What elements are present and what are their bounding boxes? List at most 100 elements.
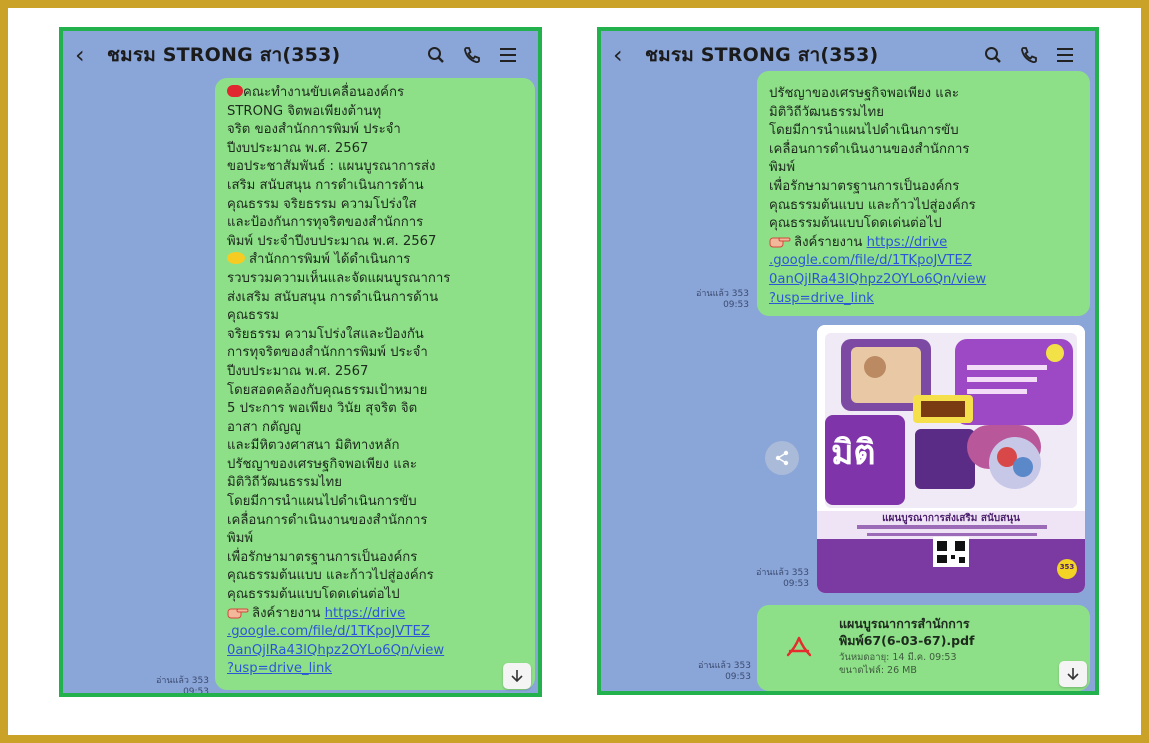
scroll-down-button[interactable] [1059, 661, 1087, 687]
message-text-line: พิมพ์ ประจำปีงบประมาณ พ.ศ. 2567 [227, 233, 525, 252]
poster-badge: 353 [1059, 563, 1075, 571]
message-text-line: รวบรวมความเห็นและจัดแผนบูรณาการ [227, 270, 525, 289]
menu-icon[interactable] [1047, 47, 1083, 63]
message-text: ส่งเสริม สนับสนุน การดำเนินการด้าน [227, 289, 439, 305]
message-text: พิมพ์ [227, 531, 254, 547]
scroll-down-button[interactable] [503, 663, 531, 689]
message-text-line: คุณธรรม [227, 307, 525, 326]
message-text: รวบรวมความเห็นและจัดแผนบูรณาการ [227, 270, 451, 286]
scroll-down-icon [1067, 668, 1079, 681]
share-button[interactable] [765, 441, 799, 475]
poster-image[interactable]: มิติ แผนบูรณาการส่งเสริม สนับสนุน 353 [817, 325, 1085, 593]
message-text: คุณธรรม [227, 308, 279, 324]
message-text-line: คณะทำงานขับเคลื่อนองค์กร [227, 84, 525, 103]
message-text-line: STRONG จิตพอเพียงต้านทุ [227, 103, 525, 122]
message-text: เคลื่อนการดำเนินงานของสำนักการ [769, 141, 970, 157]
phone-icon[interactable] [1011, 46, 1047, 64]
message-text-line: เสริม สนับสนุน การดำเนินการด้าน [227, 177, 525, 196]
scroll-down-icon [511, 670, 523, 683]
file-name: แผนบูรณาการสำนักการ [839, 616, 970, 631]
message-text: และป้องกันการทุจริตของสำนักการ [227, 215, 424, 231]
message-text-line: คุณธรรมต้นแบบโดดเด่นต่อไป [769, 215, 1080, 234]
link-row: ลิงค์รายงาน https://drive [227, 605, 525, 624]
message-text-line: คุณธรรมต้นแบบ และก้าวไปสู่องค์กร [769, 197, 1080, 216]
red-emoji-icon [227, 85, 243, 97]
message-text-line: พิมพ์ [769, 159, 1080, 178]
message-bubble[interactable]: ปรัชญาของเศรษฐกิจพอเพียง และมิติวิถีวัฒน… [757, 71, 1090, 316]
file-message-bubble[interactable]: แผนบูรณาการสำนักการ พิมพ์67(6-03-67).pdf… [757, 605, 1090, 691]
message-text-line: มิติวิถีวัฒนธรรมไทย [227, 474, 525, 493]
file-name-ext: พิมพ์67(6-03-67).pdf [839, 633, 975, 648]
message-text-line: ปีงบประมาณ พ.ศ. 2567 [227, 140, 525, 159]
drive-link[interactable]: .google.com/file/d/1TKpoJVTEZ [769, 253, 972, 268]
link-row: ?usp=drive_link [227, 660, 525, 679]
drive-link[interactable]: ?usp=drive_link [227, 661, 332, 676]
back-arrow-icon[interactable]: ‹ [613, 41, 639, 69]
link-row: .google.com/file/d/1TKpoJVTEZ [227, 623, 525, 642]
message-text: เคลื่อนการดำเนินงานของสำนักการ [227, 512, 428, 528]
message-text: โดยมีการนำแผนไปดำเนินการขับ [769, 123, 959, 139]
chat-header: ‹ ชมรม STRONG สา(353) [63, 31, 538, 79]
message-text-line: จริต ของสำนักการพิมพ์ ประจำ [227, 121, 525, 140]
message-text: โดยมีการนำแผนไปดำเนินการขับ [227, 494, 417, 510]
message-text: STRONG จิตพอเพียงต้านทุ [227, 103, 382, 119]
message-text: มิติวิถีวัฒนธรรมไทย [769, 104, 884, 120]
read-timestamp: อ่านแล้ว 353 09:53 [755, 568, 809, 589]
message-text: คณะทำงานขับเคลื่อนองค์กร [243, 85, 405, 100]
message-text-line: ปรัชญาของเศรษฐกิจพอเพียง และ [769, 85, 1080, 104]
message-text: โดยสอดคล้องกับคุณธรรมเป้าหมาย [227, 382, 428, 398]
message-text-line: คุณธรรมต้นแบบโดดเด่นต่อไป [227, 586, 525, 605]
link-row: 0anQjlRa43lQhpz2OYLo6Qn/view [769, 271, 1080, 290]
message-text: คุณธรรมต้นแบบโดดเด่นต่อไป [769, 216, 942, 232]
message-text: อาสา กตัญญู [227, 419, 301, 435]
drive-link[interactable]: 0anQjlRa43lQhpz2OYLo6Qn/view [769, 272, 986, 287]
phone-icon[interactable] [454, 46, 490, 64]
link-row: ?usp=drive_link [769, 290, 1080, 309]
message-text-line: โดยมีการนำแผนไปดำเนินการขับ [769, 122, 1080, 141]
message-text: เสริม สนับสนุน การดำเนินการด้าน [227, 177, 424, 193]
message-text-line: เพื่อรักษามาตรฐานการเป็นองค์กร [227, 549, 525, 568]
drive-link[interactable]: https://drive [325, 606, 406, 621]
pdf-icon [769, 615, 829, 681]
message-text: ปรัชญาของเศรษฐกิจพอเพียง และ [227, 456, 417, 472]
message-bubble[interactable]: คณะทำงานขับเคลื่อนองค์กร STRONG จิตพอเพีย… [215, 78, 535, 690]
message-text: คุณธรรมต้นแบบโดดเด่นต่อไป [227, 587, 400, 603]
chat-screen-right: ‹ ชมรม STRONG สา(353) ปรัชญาของเศรษฐกิจพ… [597, 27, 1099, 695]
yellow-emoji-icon [227, 252, 245, 265]
message-text: พิมพ์ [769, 160, 796, 176]
message-text: พิมพ์ ประจำปีงบประมาณ พ.ศ. 2567 [227, 233, 437, 249]
drive-link[interactable]: ?usp=drive_link [769, 291, 874, 306]
search-icon[interactable] [975, 46, 1011, 64]
message-text-line: คุณธรรม จริยธรรม ความโปร่งใส [227, 196, 525, 215]
poster-bottom-title: แผนบูรณาการส่งเสริม สนับสนุน [882, 513, 1020, 524]
read-timestamp: อ่านแล้ว 353 09:53 [695, 289, 749, 310]
file-expiry: วันหมดอายุ: 14 มี.ค. 09:53 [839, 652, 957, 663]
message-text-line: โดยสอดคล้องกับคุณธรรมเป้าหมาย [227, 382, 525, 401]
message-text: เพื่อรักษามาตรฐานการเป็นองค์กร [769, 178, 960, 194]
message-text-line: คุณธรรมต้นแบบ และก้าวไปสู่องค์กร [227, 567, 525, 586]
pointing-hand-icon [227, 608, 249, 619]
message-text: ปีงบประมาณ พ.ศ. 2567 [227, 363, 369, 379]
message-text-line: เพื่อรักษามาตรฐานการเป็นองค์กร [769, 178, 1080, 197]
poster-big-text: มิติ [831, 433, 876, 473]
message-text-line: พิมพ์ [227, 530, 525, 549]
drive-link[interactable]: https://drive [867, 235, 948, 250]
back-arrow-icon[interactable]: ‹ [75, 41, 101, 69]
message-text-line: สำนักการพิมพ์ ได้ดำเนินการ [227, 251, 525, 270]
message-text: ขอประชาสัมพันธ์ : แผนบูรณาการส่ง [227, 159, 436, 175]
message-text-line: อาสา กตัญญู [227, 419, 525, 438]
menu-icon[interactable] [490, 47, 526, 63]
message-text: ปรัชญาของเศรษฐกิจพอเพียง และ [769, 86, 959, 101]
message-text-line: และป้องกันการทุจริตของสำนักการ [227, 214, 525, 233]
drive-link[interactable]: .google.com/file/d/1TKpoJVTEZ [227, 624, 430, 639]
message-text: คุณธรรม จริยธรรม ความโปร่งใส [227, 196, 417, 212]
search-icon[interactable] [418, 46, 454, 64]
message-text: มิติวิถีวัฒนธรรมไทย [227, 475, 342, 491]
message-text-line: ปีงบประมาณ พ.ศ. 2567 [227, 363, 525, 382]
message-text: คุณธรรมต้นแบบ และก้าวไปสู่องค์กร [769, 197, 976, 213]
message-text-line: เคลื่อนการดำเนินงานของสำนักการ [227, 512, 525, 531]
drive-link[interactable]: 0anQjlRa43lQhpz2OYLo6Qn/view [227, 643, 444, 658]
chat-title: ชมรม STRONG สา(353) [107, 44, 341, 66]
file-size: ขนาดไฟล์: 26 MB [839, 665, 917, 676]
message-text: สำนักการพิมพ์ ได้ดำเนินการ [249, 252, 411, 268]
